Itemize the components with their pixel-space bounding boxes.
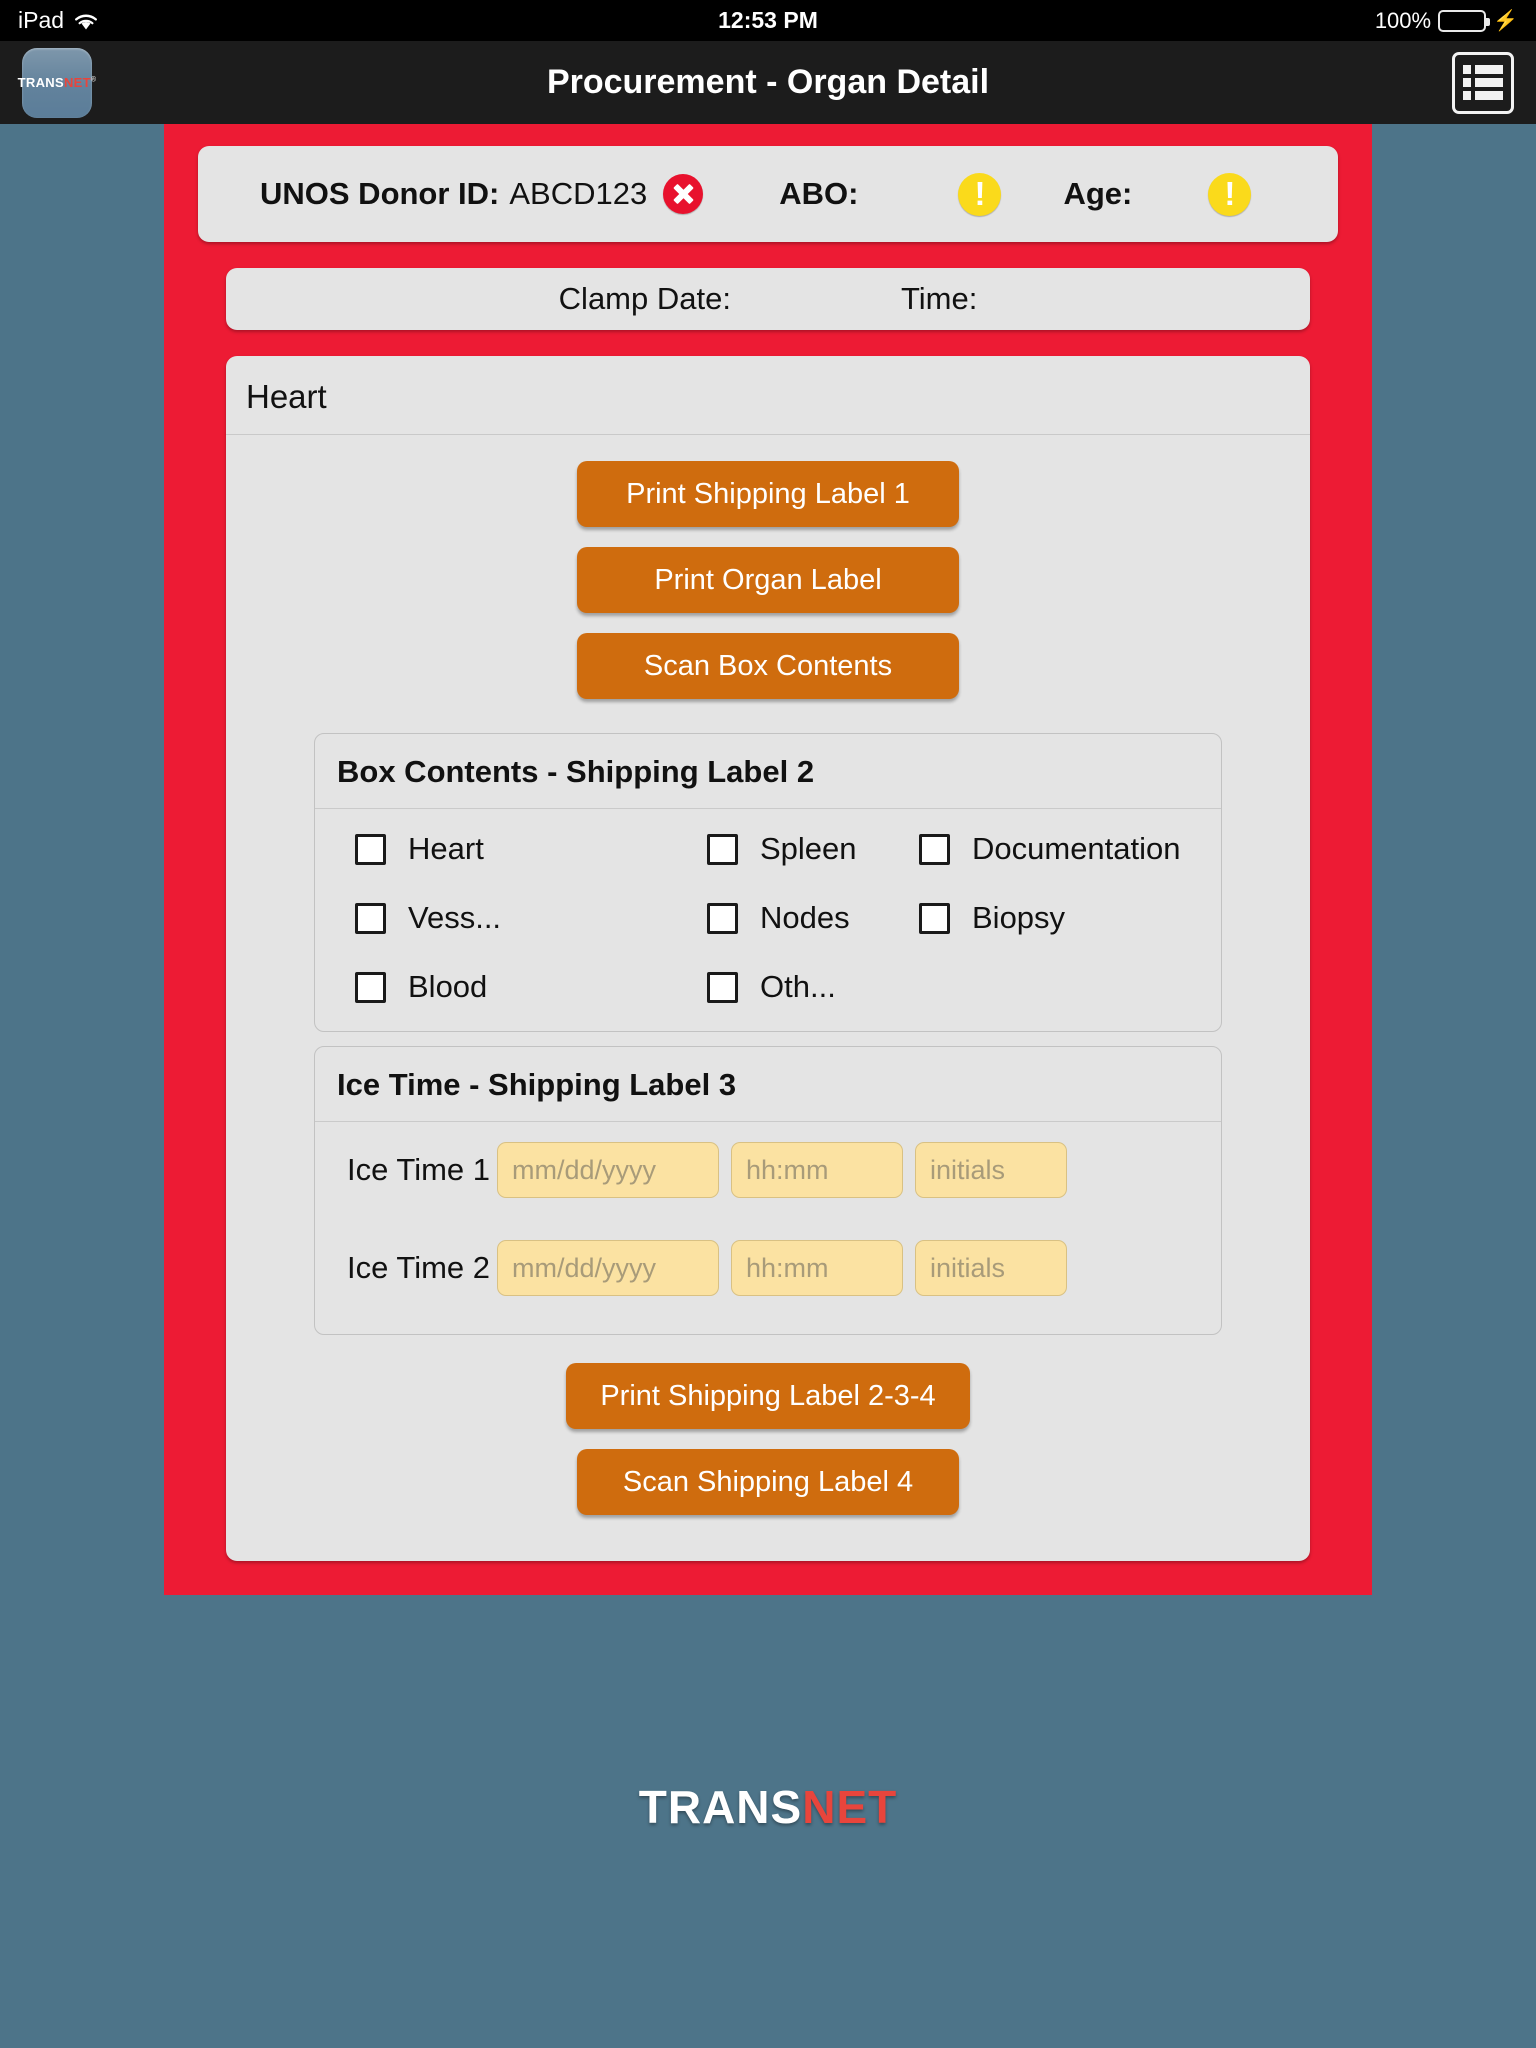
organ-bottom-actions: Print Shipping Label 2-3-4 Scan Shipping… (566, 1363, 970, 1535)
list-view-button[interactable] (1452, 51, 1514, 114)
footer-logo-main: TRANS (638, 1781, 803, 1833)
checkbox-documentation[interactable] (919, 833, 950, 865)
box-contents-section: Box Contents - Shipping Label 2 Heart Sp… (314, 733, 1222, 1032)
checkbox-item-empty (919, 969, 1199, 1005)
donor-summary-card: UNOS Donor ID: ABCD123 ABO: ! Age: ! (198, 146, 1338, 242)
ios-status-bar: iPad 12:53 PM 100% ⚡ (0, 0, 1536, 41)
battery-percent-label: 100% (1374, 7, 1432, 33)
checkbox-label-vessels: Vess... (408, 900, 502, 935)
ice-time-row-2: Ice Time 2 (337, 1240, 1199, 1296)
ice-time-1-initials-input[interactable] (915, 1142, 1067, 1198)
app-logo[interactable]: TRANSNET® (18, 47, 96, 118)
checkbox-label-blood: Blood (408, 969, 488, 1004)
checkbox-label-other: Oth... (760, 969, 836, 1004)
footer-logo-accent: NET (802, 1781, 898, 1833)
checkbox-item-other[interactable]: Oth... (707, 969, 919, 1005)
scan-box-contents-button[interactable]: Scan Box Contents (577, 633, 959, 699)
unos-donor-id-label: UNOS Donor ID: (260, 176, 500, 211)
checkbox-label-documentation: Documentation (972, 831, 1181, 866)
print-organ-label-button[interactable]: Print Organ Label (577, 547, 959, 613)
checkbox-item-vessels[interactable]: Vess... (355, 900, 707, 936)
status-bar-clock: 12:53 PM (718, 7, 818, 33)
ice-time-title: Ice Time - Shipping Label 3 (315, 1047, 1221, 1122)
print-shipping-label-234-button[interactable]: Print Shipping Label 2-3-4 (566, 1363, 970, 1429)
age-warning-exclamation-icon[interactable]: ! (1208, 172, 1252, 216)
checkbox-biopsy[interactable] (919, 902, 950, 934)
age-label: Age: (1063, 176, 1133, 211)
checkbox-item-nodes[interactable]: Nodes (707, 900, 919, 936)
clamp-time-label: Time: (900, 281, 978, 316)
battery-full-icon (1438, 9, 1491, 32)
app-logo-text: TRANSNET® (18, 75, 97, 90)
checkbox-heart[interactable] (355, 833, 386, 865)
scan-shipping-label-4-button[interactable]: Scan Shipping Label 4 (576, 1449, 959, 1515)
app-logo-accent: NET (63, 75, 91, 90)
app-logo-trademark: ® (90, 76, 97, 84)
ice-time-1-date-input[interactable] (497, 1142, 719, 1198)
ice-time-2-time-input[interactable] (731, 1240, 903, 1296)
organ-card-body: Print Shipping Label 1 Print Organ Label… (226, 435, 1310, 1535)
ice-time-2-label: Ice Time 2 (347, 1250, 490, 1285)
checkbox-label-nodes: Nodes (760, 900, 850, 935)
box-contents-checkbox-grid: Heart Spleen Documentation Vess... Nodes… (337, 831, 1199, 1005)
box-contents-body: Heart Spleen Documentation Vess... Nodes… (315, 809, 1221, 1031)
error-x-icon[interactable] (663, 174, 704, 214)
checkbox-item-biopsy[interactable]: Biopsy (919, 900, 1199, 936)
checkbox-nodes[interactable] (707, 902, 738, 934)
page-title: Procurement - Organ Detail (546, 63, 990, 101)
checkbox-item-heart[interactable]: Heart (355, 831, 707, 867)
organ-detail-card: Heart Print Shipping Label 1 Print Organ… (226, 356, 1310, 1561)
abo-warning-exclamation-icon[interactable]: ! (958, 172, 1002, 216)
checkbox-label-biopsy: Biopsy (972, 900, 1066, 935)
page-content-wrapper: UNOS Donor ID: ABCD123 ABO: ! Age: ! Cla… (0, 124, 1536, 1595)
status-bar-left: iPad (18, 7, 99, 34)
page-footer: TRANSNET (0, 1595, 1536, 2048)
checkbox-item-blood[interactable]: Blood (355, 969, 707, 1005)
print-shipping-label-1-button[interactable]: Print Shipping Label 1 (577, 461, 959, 527)
clamp-date-card: Clamp Date: Time: (226, 268, 1310, 330)
checkbox-blood[interactable] (355, 971, 386, 1003)
ice-time-1-label: Ice Time 1 (347, 1152, 490, 1187)
device-name: iPad (18, 7, 65, 33)
app-navigation-bar: TRANSNET® Procurement - Organ Detail (0, 41, 1536, 124)
wifi-icon (73, 11, 99, 31)
ice-time-1-time-input[interactable] (731, 1142, 903, 1198)
checkbox-label-spleen: Spleen (760, 831, 857, 866)
checkbox-item-spleen[interactable]: Spleen (707, 831, 919, 867)
box-contents-title: Box Contents - Shipping Label 2 (315, 734, 1221, 809)
checkbox-label-heart: Heart (408, 831, 484, 866)
checkbox-vessels[interactable] (355, 902, 386, 934)
ice-time-section: Ice Time - Shipping Label 3 Ice Time 1 I… (314, 1046, 1222, 1335)
ice-time-2-date-input[interactable] (497, 1240, 719, 1296)
status-bar-right: 100% ⚡ (1375, 8, 1518, 34)
app-logo-main: TRANS (17, 75, 64, 90)
ice-time-2-initials-input[interactable] (915, 1240, 1067, 1296)
red-alert-panel: UNOS Donor ID: ABCD123 ABO: ! Age: ! Cla… (164, 124, 1372, 1595)
ice-time-row-1: Ice Time 1 (337, 1142, 1199, 1198)
checkbox-other[interactable] (707, 971, 738, 1003)
clamp-date-label: Clamp Date: (558, 281, 731, 316)
list-view-icon (1463, 65, 1503, 100)
abo-label: ABO: (779, 176, 859, 211)
checkbox-item-documentation[interactable]: Documentation (919, 831, 1199, 867)
organ-name-header: Heart (226, 356, 1310, 435)
ice-time-body: Ice Time 1 Ice Time 2 (315, 1122, 1221, 1334)
checkbox-spleen[interactable] (707, 833, 738, 865)
footer-brand-logo: TRANSNET (639, 1780, 897, 1834)
unos-donor-id-value: ABCD123 (509, 176, 648, 211)
lightning-bolt-icon: ⚡ (1493, 9, 1518, 32)
